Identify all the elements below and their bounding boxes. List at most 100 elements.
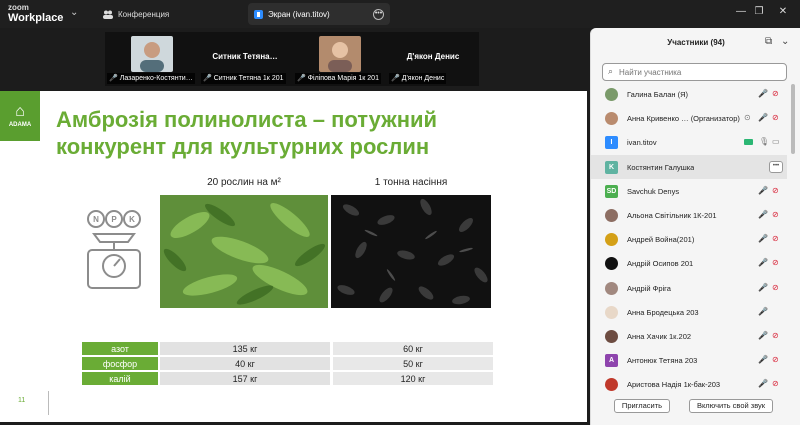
scale-letter-k: K xyxy=(129,215,135,224)
participant-name: Анна Хачик 1к.202 xyxy=(627,332,692,341)
ragweed-image xyxy=(160,195,328,308)
popout-icon[interactable]: ⧉ xyxy=(765,36,772,47)
unmute-button[interactable]: Включить свой звук xyxy=(689,399,773,413)
participant-row[interactable]: K Костянтин Галушка ••• xyxy=(591,154,787,179)
participant-row[interactable]: Андрій Осипов 201 🎤 ⊘ xyxy=(591,251,787,275)
participants-list: Галина Балан (Я) 🎤 ⊘ Анна Кривенко … (Орган… xyxy=(591,82,791,392)
caption-text: Ситник Тетяна 1к 201 xyxy=(213,75,284,82)
minimize-icon[interactable]: — xyxy=(733,6,749,17)
mic-muted-icon: 🎤 xyxy=(758,258,768,268)
mic-muted-icon: 🎤 xyxy=(203,75,212,82)
brand-text: ADAMA xyxy=(8,122,32,128)
participant-row[interactable]: Андрей Война(201) 🎤 ⊘ xyxy=(591,227,787,251)
video-off-icon: ⊘ xyxy=(772,210,779,219)
participant-row[interactable]: Альона Світільник 1К-201 🎤 ⊘ xyxy=(591,203,787,227)
more-options-icon[interactable]: ••• xyxy=(769,160,783,173)
avatar: A xyxy=(605,354,618,368)
seeds-value: 60 кг xyxy=(333,342,493,355)
seeds-image xyxy=(331,195,491,308)
video-caption: 🎤 Д'якон Денис xyxy=(389,73,447,84)
search-input[interactable] xyxy=(619,66,779,78)
plants-value: 135 кг xyxy=(160,342,330,355)
participant-row[interactable]: Аристова Надія 1к-бак-203 🎤 ⊘ xyxy=(591,372,787,392)
mic-muted-icon: 🎤 xyxy=(758,210,768,219)
close-icon[interactable]: ✕ xyxy=(775,6,791,17)
participant-row[interactable]: Галина Балан (Я) 🎤 ⊘ xyxy=(591,82,787,106)
avatar xyxy=(605,305,618,319)
seeds-value: 120 кг xyxy=(333,372,493,385)
tab-conference-label: Конференция xyxy=(118,9,170,19)
nutrient-label: фосфор xyxy=(82,357,158,370)
video-tile[interactable]: Д'якон Денис 🎤 Д'якон Денис xyxy=(387,32,479,86)
plants-value: 157 кг xyxy=(160,372,330,385)
mic-muted-icon: 🎤 xyxy=(391,75,400,82)
avatar: K xyxy=(605,160,618,174)
video-tile[interactable]: Ситник Тетяна… 🎤 Ситник Тетяна 1к 201 xyxy=(199,32,291,86)
mic-muted-icon: 🎤 xyxy=(109,75,118,82)
mic-muted-icon: 🎤 xyxy=(758,234,768,244)
presentation-slide: ⌂ ADAMA Амброзія полинолиста – потужний … xyxy=(0,91,587,422)
avatar xyxy=(605,281,618,295)
participant-row[interactable]: SD Savchuk Denys 🎤 ⊘ xyxy=(591,179,787,203)
slide-title-line1: Амброзія полинолиста – потужний xyxy=(56,107,438,132)
seeds-value: 50 кг xyxy=(333,357,493,370)
participant-name: Андрій Фріга xyxy=(627,283,671,293)
mic-muted-icon: 🎤 xyxy=(758,379,768,389)
participant-name: Аристова Надія 1к-бак-203 xyxy=(627,380,721,390)
search-box[interactable]: ⌕ xyxy=(602,63,787,81)
invite-button[interactable]: Пригласить xyxy=(614,399,670,413)
scrollbar[interactable] xyxy=(791,84,795,154)
video-tile[interactable]: 🎤 Лазаренко-Костянти… xyxy=(105,32,197,86)
video-off-icon: ⊘ xyxy=(772,331,779,340)
video-off-icon: ⊘ xyxy=(772,282,779,292)
participant-video xyxy=(319,36,361,72)
avatar xyxy=(605,257,618,271)
video-tile[interactable]: 🎤 Філіпова Марія 1к 201 xyxy=(293,32,385,86)
participant-name: Анна Кривенко … (Организатор) xyxy=(627,114,740,124)
participant-row[interactable]: Анна Хачик 1к.202 🎤 ⊘ xyxy=(591,324,787,348)
video-off-icon: ⊘ xyxy=(772,355,779,365)
participant-row[interactable]: Iivan.titov 🎙 ▭ xyxy=(591,130,787,154)
participant-name: Галина Балан (Я) xyxy=(627,90,689,99)
shared-screen-area: 🎤 Лазаренко-Костянти… Ситник Тетяна… 🎤 Сит… xyxy=(0,28,590,425)
scale-icon: N P K xyxy=(87,210,141,289)
video-off-icon: ⊘ xyxy=(772,185,779,195)
participant-row[interactable]: Андрій Фріга 🎤 ⊘ xyxy=(591,276,787,300)
video-icon: ▭ xyxy=(772,137,780,147)
restore-icon[interactable]: ❐ xyxy=(751,6,767,17)
tile-name: Д'якон Денис xyxy=(406,52,460,61)
mic-icon: 🎙 xyxy=(759,137,770,147)
caption-text: Д'якон Денис xyxy=(401,75,445,82)
avatar xyxy=(605,209,618,222)
mic-muted-icon: 🎤 xyxy=(758,355,768,365)
screen-icon xyxy=(253,9,263,19)
participant-row[interactable]: Анна Бродецька 203 🎤 xyxy=(591,300,787,324)
chevron-down-icon[interactable]: ⌄ xyxy=(781,36,789,47)
search-icon: ⌕ xyxy=(608,66,614,76)
participant-name: Анна Бродецька 203 xyxy=(627,307,699,317)
people-icon xyxy=(103,9,113,19)
chevron-down-icon[interactable]: ⌄ xyxy=(70,7,78,18)
avatar xyxy=(605,378,618,392)
participant-name: Костянтин Галушка xyxy=(627,162,695,172)
slide-title: Амброзія полинолиста – потужний конкурен… xyxy=(56,106,576,160)
column-header-plants: 20 рослин на м² xyxy=(207,177,281,188)
more-options-icon[interactable]: ••• xyxy=(373,9,384,20)
tile-name: Ситник Тетяна… xyxy=(212,52,278,61)
tab-conference[interactable]: Конференция xyxy=(98,3,246,25)
nutrient-label: калій xyxy=(82,372,158,385)
screen-share-icon xyxy=(744,139,753,146)
avatar xyxy=(605,88,618,101)
slide-title-line2: конкурент для культурних рослин xyxy=(56,134,430,159)
video-caption: 🎤 Філіпова Марія 1к 201 xyxy=(295,73,381,84)
tab-screen-label: Экран (ivan.titov) xyxy=(268,9,330,19)
mic-muted-icon: 🎤 xyxy=(758,331,768,340)
participant-name: Savchuk Denys xyxy=(627,186,680,196)
leaf-icon: ⌂ xyxy=(15,103,25,120)
tab-screen-share[interactable]: Экран (ivan.titov) ••• xyxy=(248,3,390,25)
participant-row[interactable]: Анна Кривенко … (Организатор) ⊙ 🎤 ⊘ xyxy=(591,106,787,130)
participant-row[interactable]: A Антонюк Тетяна 203 🎤 ⊘ xyxy=(591,348,787,372)
participant-name: ivan.titov xyxy=(627,138,657,148)
video-off-icon: ⊘ xyxy=(772,89,779,98)
mic-muted-icon: 🎤 xyxy=(758,306,768,316)
